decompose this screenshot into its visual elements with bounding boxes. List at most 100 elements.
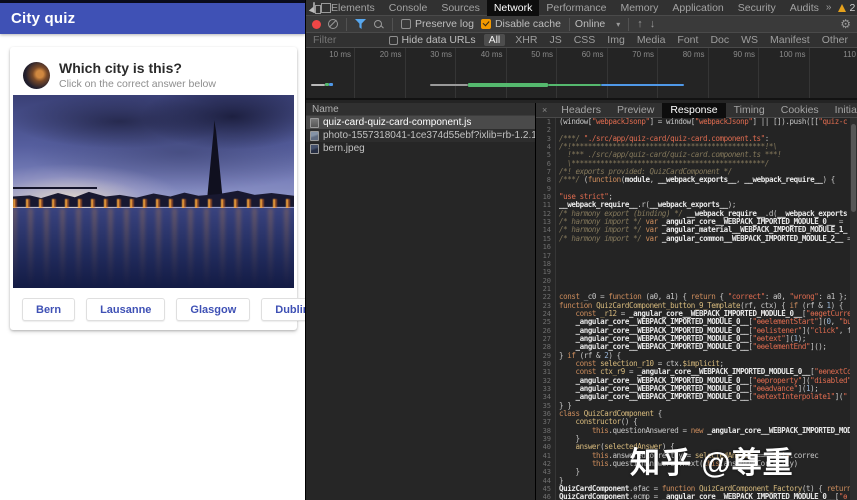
detail-tab-response[interactable]: Response xyxy=(662,103,725,118)
waterfall-bar xyxy=(548,84,601,86)
detail-tab-cookies[interactable]: Cookies xyxy=(773,103,827,118)
answer-button-dublin[interactable]: Dublin xyxy=(261,298,305,321)
preserve-log-label[interactable]: Preserve log xyxy=(415,18,474,30)
line-number: 39 xyxy=(536,435,556,443)
network-toolbar: Preserve log Disable cache Online ▾ ↑ ↓ … xyxy=(306,16,857,33)
line-number: 27 xyxy=(536,335,556,343)
tab-network[interactable]: Network xyxy=(487,0,540,16)
filter-input[interactable]: Filter xyxy=(313,34,383,46)
request-row[interactable]: quiz-card-quiz-card-component.js xyxy=(306,116,535,129)
detail-tab-initiator[interactable]: Initiator xyxy=(827,103,857,118)
line-number: 46 xyxy=(536,493,556,500)
filter-type-img[interactable]: Img xyxy=(605,34,627,46)
detail-tab-preview[interactable]: Preview xyxy=(609,103,662,118)
filter-type-doc[interactable]: Doc xyxy=(708,34,731,46)
timeline-gridline xyxy=(556,48,557,98)
code-line: 19 xyxy=(536,268,857,276)
request-row[interactable]: bern.jpeg xyxy=(306,142,535,155)
timeline-gridline xyxy=(607,48,608,98)
code-line: 11__webpack_require__.r(__webpack_export… xyxy=(536,201,857,209)
throttling-select[interactable]: Online xyxy=(575,18,605,30)
code-line: 28 _angular_core__WEBPACK_IMPORTED_MODUL… xyxy=(536,343,857,351)
filter-type-js[interactable]: JS xyxy=(547,34,563,46)
filter-type-manifest[interactable]: Manifest xyxy=(768,34,812,46)
filter-type-other[interactable]: Other xyxy=(820,34,850,46)
hide-data-urls-checkbox[interactable] xyxy=(389,36,398,45)
code-line: 34 _angular_core__WEBPACK_IMPORTED_MODUL… xyxy=(536,393,857,401)
quiz-card-header: Which city is this? Click on the correct… xyxy=(23,57,289,93)
request-list-name-header[interactable]: Name xyxy=(306,103,535,116)
preserve-log-checkbox[interactable] xyxy=(401,19,411,29)
photo-light-reflections xyxy=(13,208,294,288)
code-scrollbar[interactable] xyxy=(850,118,857,500)
more-tabs-chevron-icon[interactable]: » xyxy=(826,2,832,13)
code-line: 14/* harmony import */ var _angular_mate… xyxy=(536,226,857,234)
detail-tab-timing[interactable]: Timing xyxy=(726,103,773,118)
code-scrollbar-thumb[interactable] xyxy=(851,124,856,212)
filter-type-all[interactable]: All xyxy=(484,34,506,46)
timeline-tick-label: 60 ms xyxy=(560,50,604,59)
code-line: 29} if (rf & 2) { xyxy=(536,352,857,360)
code-text xyxy=(556,268,857,276)
tab-console[interactable]: Console xyxy=(382,0,435,16)
network-overview-timeline[interactable]: 10 ms20 ms30 ms40 ms50 ms60 ms70 ms80 ms… xyxy=(306,48,857,100)
code-text: this.questionAnswered = new _angular_cor… xyxy=(556,427,857,435)
settings-gear-icon[interactable]: ⚙ xyxy=(840,17,851,31)
disable-cache-checkbox[interactable] xyxy=(481,19,491,29)
code-text: const selection_r10 = ctx.$implicit; xyxy=(556,360,857,368)
tab-sources[interactable]: Sources xyxy=(434,0,487,16)
tab-elements[interactable]: Elements xyxy=(324,0,382,16)
hide-data-urls-label[interactable]: Hide data URLs xyxy=(401,34,475,46)
tab-audits[interactable]: Audits xyxy=(783,0,826,16)
export-har-icon[interactable]: ↓ xyxy=(650,19,656,29)
request-name: photo-1557318041-1ce374d55ebf?ixlib=rb-1… xyxy=(323,130,535,141)
tab-performance[interactable]: Performance xyxy=(539,0,613,16)
code-text: QuizCardComponent.ɵcmp = _angular_core__… xyxy=(556,493,857,500)
code-line: 46QuizCardComponent.ɵcmp = _angular_core… xyxy=(536,493,857,500)
request-rows: quiz-card-quiz-card-component.jsphoto-15… xyxy=(306,116,535,155)
code-line: 13/* harmony import */ var _angular_core… xyxy=(536,218,857,226)
request-row[interactable]: photo-1557318041-1ce374d55ebf?ixlib=rb-1… xyxy=(306,129,535,142)
warning-badge[interactable]: 2 xyxy=(838,2,855,14)
filter-type-font[interactable]: Font xyxy=(675,34,700,46)
line-number: 16 xyxy=(536,243,556,251)
detail-tabbar: × HeadersPreviewResponseTimingCookiesIni… xyxy=(536,103,857,118)
detail-tab-headers[interactable]: Headers xyxy=(553,103,609,118)
answer-button-glasgow[interactable]: Glasgow xyxy=(176,298,250,321)
line-number: 32 xyxy=(536,377,556,385)
filter-icon[interactable] xyxy=(355,19,366,29)
timeline-tick-label: 110 xyxy=(812,50,856,59)
filter-type-css[interactable]: CSS xyxy=(572,34,598,46)
line-number: 1 xyxy=(536,118,556,126)
code-line: 16 xyxy=(536,243,857,251)
clear-network-log-icon[interactable] xyxy=(328,19,338,29)
photo-bridge xyxy=(13,187,97,189)
code-text: } } xyxy=(556,402,857,410)
network-filter-bar: Filter Hide data URLs All XHR JS CSS Img Medi… xyxy=(306,33,857,48)
code-text: const ctx_r9 = _angular_core__WEBPACK_IM… xyxy=(556,368,857,376)
timeline-tick-label: 80 ms xyxy=(661,50,705,59)
code-text: _angular_core__WEBPACK_IMPORTED_MODULE_0… xyxy=(556,393,857,401)
code-text: _angular_core__WEBPACK_IMPORTED_MODULE_0… xyxy=(556,335,857,343)
tab-application[interactable]: Application xyxy=(665,0,730,16)
record-network-log-icon[interactable] xyxy=(312,20,321,29)
filter-type-ws[interactable]: WS xyxy=(739,34,760,46)
code-line: 10"use strict"; xyxy=(536,193,857,201)
detail-close-icon[interactable]: × xyxy=(536,105,553,115)
code-text xyxy=(556,252,857,260)
tab-security[interactable]: Security xyxy=(731,0,783,16)
answer-button-bern[interactable]: Bern xyxy=(22,298,75,321)
code-text xyxy=(556,185,857,193)
code-line: 38 this.questionAnswered = new _angular_… xyxy=(536,427,857,435)
screen: City quiz Which city is this? Click on t… xyxy=(0,0,857,500)
filter-type-xhr[interactable]: XHR xyxy=(513,34,539,46)
filter-type-media[interactable]: Media xyxy=(635,34,668,46)
answer-button-lausanne[interactable]: Lausanne xyxy=(86,298,165,321)
search-icon[interactable] xyxy=(373,19,384,30)
tab-memory[interactable]: Memory xyxy=(613,0,665,16)
disable-cache-label[interactable]: Disable cache xyxy=(495,18,561,30)
code-text: /* harmony import */ var _angular_core__… xyxy=(556,218,857,226)
import-har-icon[interactable]: ↑ xyxy=(637,19,643,29)
timeline-tick-label: 30 ms xyxy=(408,50,452,59)
waterfall-bar xyxy=(311,84,325,86)
